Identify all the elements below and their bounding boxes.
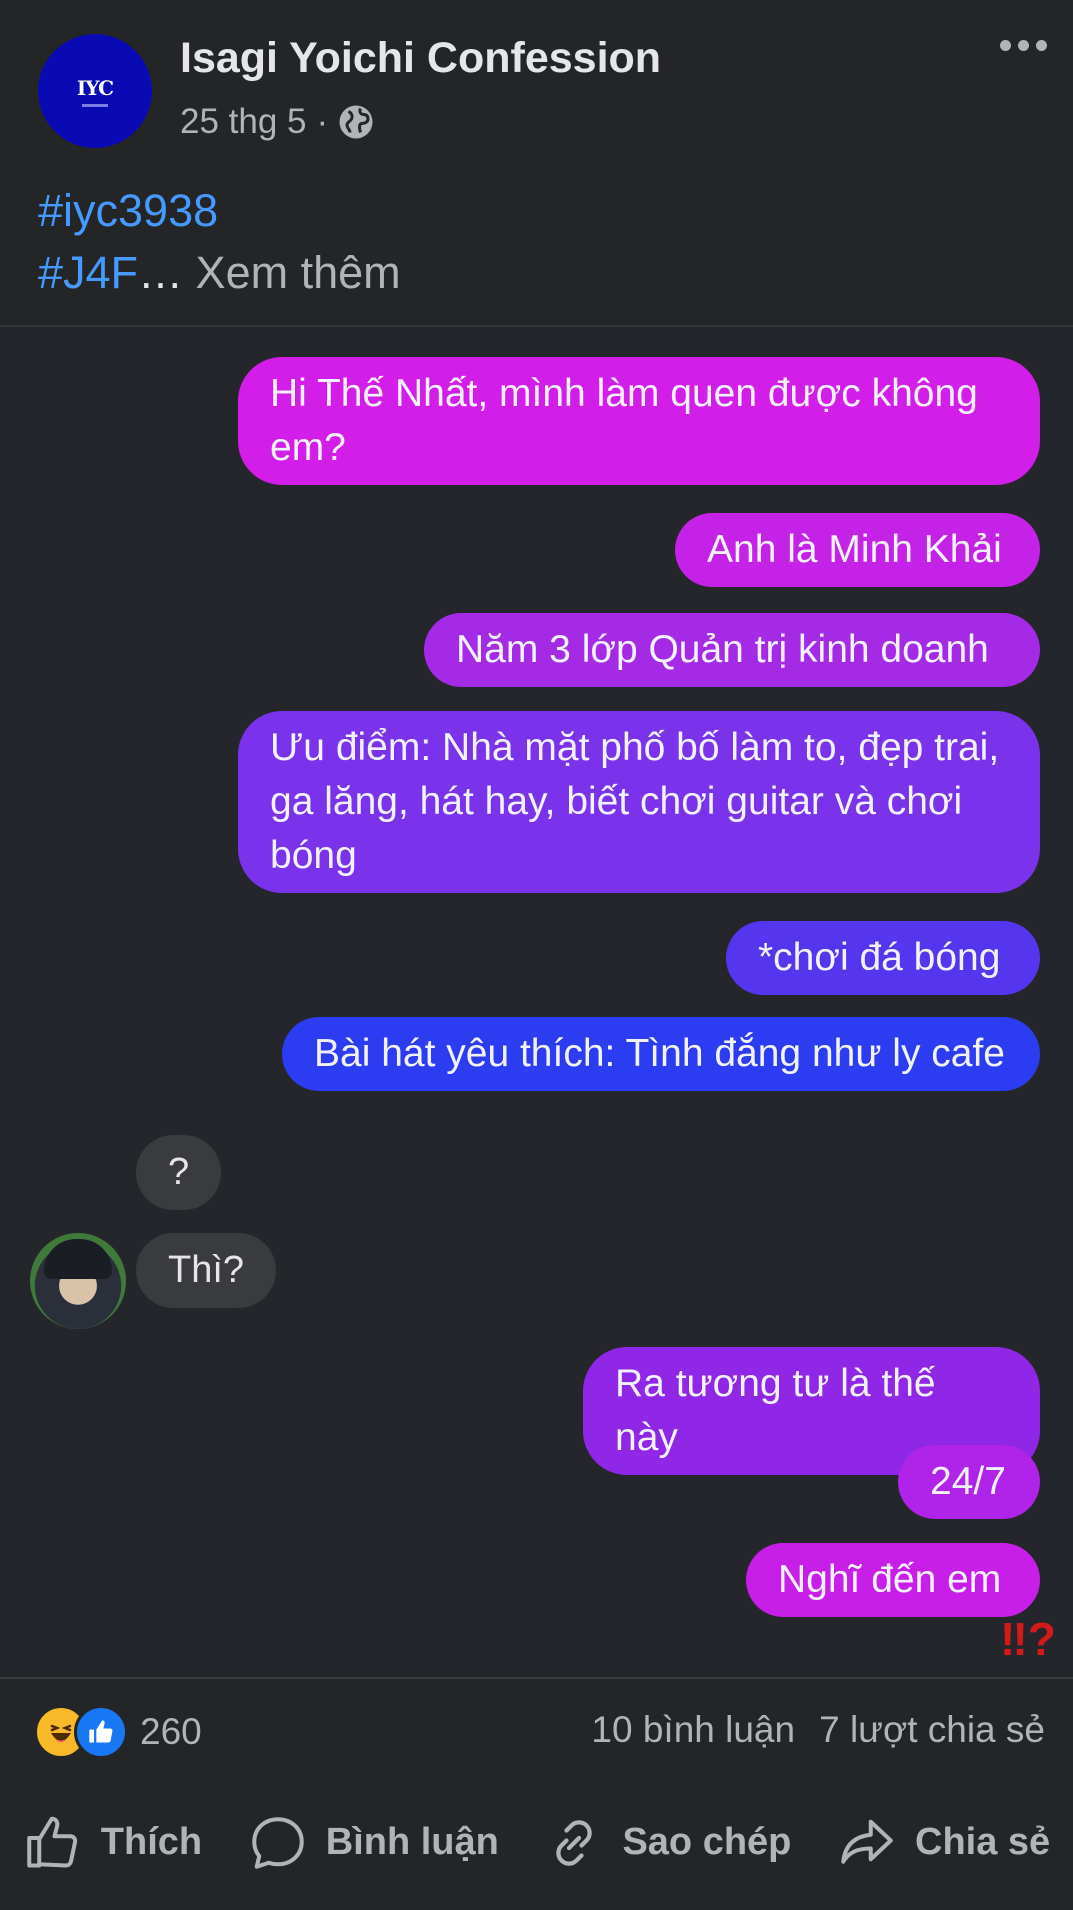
- message-reaction-icon: ‼?: [1000, 1613, 1056, 1665]
- caption-ellipsis: …: [138, 247, 184, 298]
- comments-count-link[interactable]: 10 bình luận: [591, 1709, 795, 1751]
- post-photo[interactable]: Hi Thế Nhất, mình làm quen được không em…: [0, 325, 1073, 1679]
- chat-bubble-outgoing: 24/7: [898, 1445, 1040, 1519]
- post-meta: 25 thg 5 ·: [180, 102, 374, 142]
- chat-bubble-outgoing: Hi Thế Nhất, mình làm quen được không em…: [238, 357, 1040, 485]
- post-header: IYC Isagi Yoichi Confession 25 thg 5 ·: [0, 0, 1073, 160]
- see-more-link[interactable]: Xem thêm: [183, 247, 401, 298]
- hashtag-link[interactable]: #J4F: [38, 247, 138, 298]
- page-name[interactable]: Isagi Yoichi Confession: [180, 34, 661, 83]
- chat-bubble-outgoing: Bài hát yêu thích: Tình đắng như ly cafe: [282, 1017, 1040, 1091]
- chat-bubble-outgoing: Ưu điểm: Nhà mặt phố bố làm to, đẹp trai…: [238, 711, 1040, 893]
- logo-underline: [82, 103, 108, 107]
- post-stats: 260 10 bình luận 7 lượt chia sẻ: [0, 1677, 1073, 1777]
- reaction-count: 260: [140, 1711, 202, 1752]
- like-reaction-icon: [74, 1705, 128, 1759]
- page-avatar[interactable]: IYC: [38, 34, 152, 148]
- comment-button[interactable]: Bình luận: [248, 1813, 499, 1873]
- chat-bubble-outgoing: Nghĩ đến em: [746, 1543, 1040, 1617]
- more-dot: [1036, 40, 1047, 51]
- reactions-summary[interactable]: 260: [34, 1705, 202, 1759]
- chat-bubble-outgoing: Anh là Minh Khải: [675, 513, 1040, 587]
- more-options-icon[interactable]: [1000, 40, 1047, 51]
- engagement-counts: 10 bình luận 7 lượt chia sẻ: [591, 1709, 1045, 1751]
- chat-bubble-outgoing: *chơi đá bóng: [726, 921, 1040, 995]
- post-action-bar: Thích Bình luận Sao chép Chia sẻ: [0, 1775, 1073, 1910]
- more-dot: [1018, 40, 1029, 51]
- thumbs-up-icon: [27, 1816, 77, 1867]
- like-button[interactable]: Thích: [23, 1813, 202, 1873]
- page-logo-text: IYC: [76, 75, 114, 100]
- like-button-label: Thích: [100, 1821, 203, 1863]
- globe-icon: [339, 105, 373, 139]
- meta-separator: ·: [316, 102, 329, 141]
- shares-count-link[interactable]: 7 lượt chia sẻ: [819, 1709, 1045, 1751]
- more-dot: [1000, 40, 1011, 51]
- link-icon: [556, 1819, 593, 1866]
- comment-bubble-icon: [251, 1816, 304, 1869]
- share-button[interactable]: Chia sẻ: [837, 1813, 1050, 1873]
- chat-bubble-outgoing: Năm 3 lớp Quản trị kinh doanh: [424, 613, 1040, 687]
- post-caption: #iyc3938 #J4F… Xem thêm: [38, 180, 401, 304]
- post-date[interactable]: 25 thg 5: [180, 102, 307, 142]
- comment-button-label: Bình luận: [325, 1821, 499, 1863]
- copy-button-label: Sao chép: [622, 1821, 792, 1863]
- hashtag-link[interactable]: #iyc3938: [38, 185, 218, 236]
- share-button-label: Chia sẻ: [915, 1821, 1051, 1863]
- chat-bubble-incoming: ?: [136, 1135, 222, 1210]
- avatar-hair: [44, 1239, 112, 1279]
- copy-link-button[interactable]: Sao chép: [544, 1813, 791, 1873]
- friend-avatar: [30, 1233, 126, 1329]
- share-arrow-icon: [841, 1819, 893, 1864]
- chat-bubble-incoming: Thì?: [136, 1233, 277, 1308]
